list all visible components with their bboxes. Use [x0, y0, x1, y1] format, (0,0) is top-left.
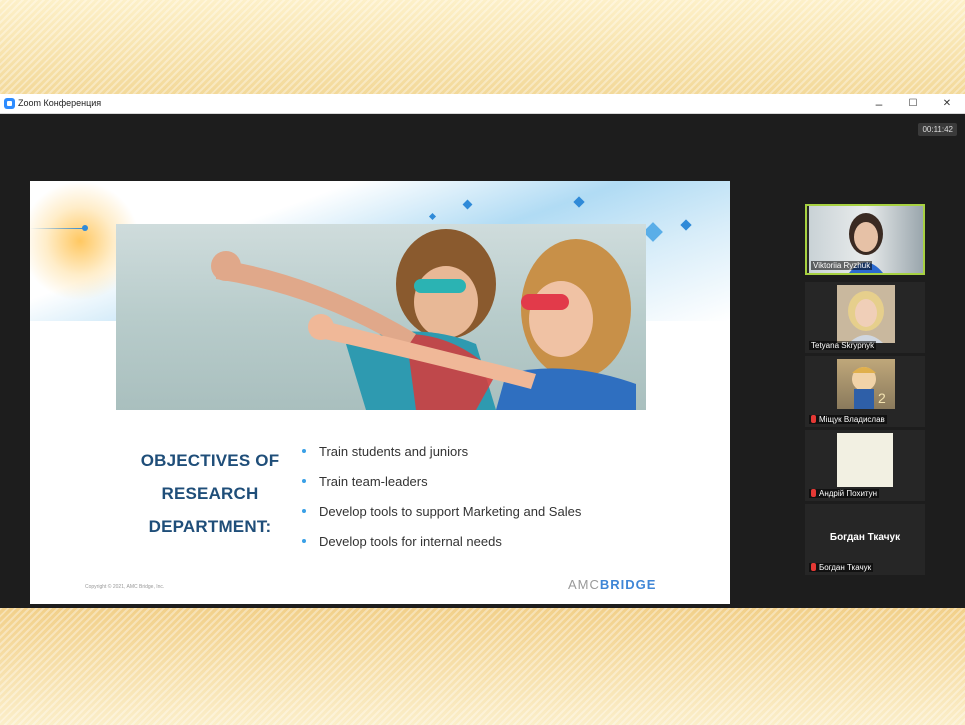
participant-tile[interactable]: 2 Міщук Владислав: [805, 356, 925, 427]
slide-title-line: RESEARCH: [161, 484, 259, 503]
amc-bridge-logo: AMCBRIDGE: [568, 577, 656, 592]
objective-item: Train students and juniors: [302, 437, 581, 467]
participant-name: Міщук Владислав: [809, 415, 887, 424]
window-titlebar[interactable]: Zoom Конференция – ☐ ✕: [0, 94, 965, 114]
superhero-kids-photo: [116, 224, 646, 410]
zoom-app-icon: [4, 98, 15, 109]
muted-mic-icon: [811, 489, 816, 497]
objective-item: Train team-leaders: [302, 467, 581, 497]
minimize-button[interactable]: –: [862, 94, 896, 114]
slide-decoration-dot: [82, 225, 88, 231]
slide-title: OBJECTIVES OF RESEARCH DEPARTMENT:: [130, 444, 290, 543]
window-title: Zoom Конференция: [18, 98, 102, 108]
slide-copyright: Copyright © 2021, AMC Bridge, Inc.: [85, 584, 165, 590]
superhero-kids-illustration: [211, 229, 636, 410]
participant-name: Tetyana Skrypnyk: [809, 341, 877, 350]
participant-tile[interactable]: Андрій Похитун: [805, 430, 925, 501]
shared-slide: OBJECTIVES OF RESEARCH DEPARTMENT: Train…: [30, 181, 730, 604]
objectives-list: Train students and juniors Train team-le…: [302, 437, 581, 557]
logo-bridge-text: BRIDGE: [599, 577, 657, 592]
slide-title-line: DEPARTMENT:: [148, 517, 272, 536]
participant-tile[interactable]: Tetyana Skrypnyk: [805, 282, 925, 353]
participant-display-name: Богдан Ткачук: [829, 532, 901, 543]
presentation-background-top: [0, 0, 965, 94]
participant-photo: [837, 433, 893, 487]
participant-photo: 2: [837, 359, 895, 409]
participant-tile[interactable]: Богдан Ткачук Богдан Ткачук: [805, 504, 925, 575]
muted-mic-icon: [811, 563, 816, 571]
participant-name: Андрій Похитун: [809, 489, 880, 498]
participant-photo: [837, 285, 895, 343]
muted-mic-icon: [811, 415, 816, 423]
maximize-button[interactable]: ☐: [896, 94, 930, 114]
participant-name-text: Богдан Ткачук: [819, 563, 872, 572]
participant-avatar: [848, 291, 884, 343]
close-button[interactable]: ✕: [930, 94, 964, 114]
participant-name: Богдан Ткачук: [809, 563, 874, 572]
participant-name-text: Андрій Похитун: [819, 489, 878, 498]
svg-text:2: 2: [878, 390, 886, 406]
participant-avatar: 2: [852, 367, 886, 409]
presentation-background-bottom: [0, 608, 965, 725]
logo-amc-text: AMC: [568, 577, 600, 592]
participant-tile-active[interactable]: Viktoriia Ryzhuk: [805, 204, 925, 275]
participant-name: Viktoriia Ryzhuk: [811, 261, 873, 270]
objective-item: Develop tools for internal needs: [302, 527, 581, 557]
slide-decoration-line: [30, 228, 85, 229]
participant-name-text: Міщук Владислав: [819, 415, 885, 424]
zoom-window: Zoom Конференция – ☐ ✕ 00:11:42 OBJECTIV…: [0, 94, 965, 608]
slide-title-line: OBJECTIVES OF: [140, 451, 280, 470]
meeting-timer: 00:11:42: [918, 123, 957, 136]
objective-item: Develop tools to support Marketing and S…: [302, 497, 581, 527]
